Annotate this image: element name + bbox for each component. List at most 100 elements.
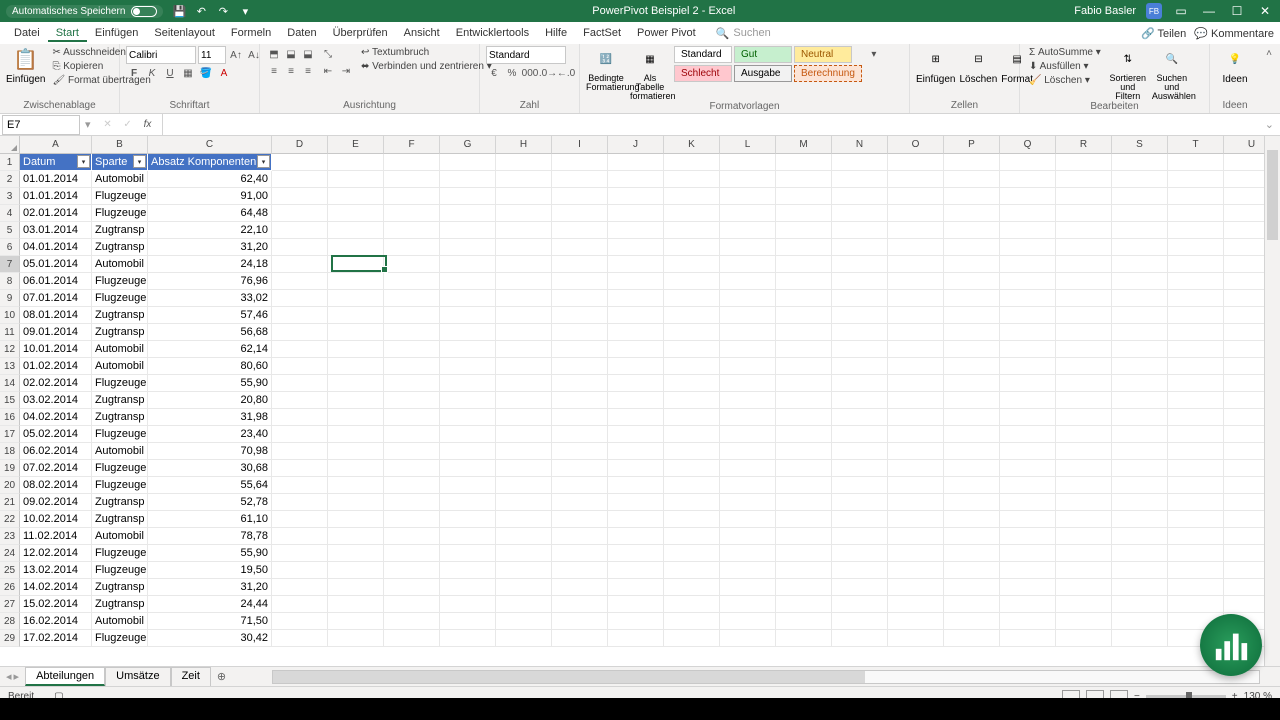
cell[interactable] <box>328 375 384 392</box>
cell[interactable] <box>496 613 552 630</box>
row-header[interactable]: 7 <box>0 256 20 273</box>
cell[interactable] <box>944 528 1000 545</box>
cell[interactable]: 01.02.2014 <box>20 358 92 375</box>
cell[interactable] <box>944 613 1000 630</box>
cell[interactable] <box>552 511 608 528</box>
cell[interactable]: Flugzeuge <box>92 273 148 290</box>
cell[interactable] <box>1112 324 1168 341</box>
cell[interactable] <box>720 409 776 426</box>
cell[interactable] <box>552 222 608 239</box>
cell[interactable] <box>1056 562 1112 579</box>
cell[interactable] <box>440 528 496 545</box>
cell[interactable] <box>272 494 328 511</box>
orientation-icon[interactable]: ⤡ <box>320 46 336 62</box>
cell[interactable]: 55,90 <box>148 545 272 562</box>
cell[interactable] <box>944 579 1000 596</box>
cell[interactable] <box>384 188 440 205</box>
cell[interactable]: Absatz Komponenten▾ <box>148 154 272 171</box>
cell[interactable] <box>664 307 720 324</box>
row-header[interactable]: 15 <box>0 392 20 409</box>
cell[interactable] <box>272 596 328 613</box>
cell[interactable]: Zugtransp <box>92 392 148 409</box>
cell[interactable] <box>888 409 944 426</box>
cell[interactable] <box>888 324 944 341</box>
minimize-icon[interactable]: — <box>1200 2 1218 20</box>
cell[interactable] <box>1000 239 1056 256</box>
cell[interactable] <box>328 273 384 290</box>
col-header-N[interactable]: N <box>832 136 888 154</box>
align-right-icon[interactable]: ≡ <box>300 63 316 79</box>
cell[interactable] <box>1000 358 1056 375</box>
cell[interactable] <box>832 545 888 562</box>
col-header-H[interactable]: H <box>496 136 552 154</box>
col-header-O[interactable]: O <box>888 136 944 154</box>
font-color-icon[interactable]: A <box>216 65 232 81</box>
cell[interactable] <box>496 392 552 409</box>
cell[interactable] <box>496 528 552 545</box>
cell[interactable] <box>384 239 440 256</box>
cell[interactable] <box>608 171 664 188</box>
menu-daten[interactable]: Daten <box>279 24 324 42</box>
cell[interactable] <box>384 154 440 171</box>
cell[interactable] <box>384 426 440 443</box>
cell[interactable] <box>384 341 440 358</box>
cell[interactable] <box>1056 324 1112 341</box>
cell[interactable] <box>272 528 328 545</box>
cell[interactable] <box>384 596 440 613</box>
cell[interactable] <box>944 494 1000 511</box>
cell[interactable] <box>552 596 608 613</box>
cell[interactable] <box>384 545 440 562</box>
cell[interactable] <box>272 256 328 273</box>
cell[interactable] <box>552 188 608 205</box>
cell[interactable] <box>440 494 496 511</box>
style-schlecht[interactable]: Schlecht <box>674 65 732 82</box>
cell[interactable] <box>888 239 944 256</box>
cell[interactable] <box>720 511 776 528</box>
cell[interactable] <box>1112 528 1168 545</box>
cell[interactable] <box>552 358 608 375</box>
cell[interactable] <box>1168 443 1224 460</box>
cell[interactable]: Automobil <box>92 256 148 273</box>
cell[interactable] <box>552 443 608 460</box>
col-header-M[interactable]: M <box>776 136 832 154</box>
cell[interactable] <box>496 273 552 290</box>
cell[interactable] <box>664 562 720 579</box>
row-header[interactable]: 6 <box>0 239 20 256</box>
cell[interactable] <box>1000 392 1056 409</box>
cell[interactable] <box>552 392 608 409</box>
cell[interactable] <box>1056 579 1112 596</box>
cell[interactable] <box>1168 596 1224 613</box>
collapse-ribbon-icon[interactable]: ˄ <box>1266 48 1272 59</box>
cell[interactable] <box>944 171 1000 188</box>
cell[interactable] <box>272 273 328 290</box>
delete-cells-button[interactable]: ⊟Löschen <box>959 46 997 85</box>
cell[interactable] <box>832 409 888 426</box>
cell[interactable] <box>720 358 776 375</box>
cell[interactable]: Flugzeuge <box>92 188 148 205</box>
cell[interactable] <box>552 171 608 188</box>
align-top-icon[interactable]: ⬒ <box>266 46 282 62</box>
cell[interactable] <box>1056 256 1112 273</box>
cell[interactable]: Automobil <box>92 613 148 630</box>
cell[interactable] <box>720 324 776 341</box>
cell[interactable] <box>776 205 832 222</box>
cell[interactable] <box>328 358 384 375</box>
cell[interactable] <box>440 630 496 647</box>
cell[interactable] <box>720 545 776 562</box>
cell[interactable]: Zugtransp <box>92 579 148 596</box>
cell[interactable] <box>944 256 1000 273</box>
cell[interactable] <box>328 545 384 562</box>
maximize-icon[interactable]: ☐ <box>1228 2 1246 20</box>
cell[interactable]: 14.02.2014 <box>20 579 92 596</box>
row-header[interactable]: 23 <box>0 528 20 545</box>
cell[interactable] <box>272 579 328 596</box>
cell[interactable] <box>440 171 496 188</box>
cell[interactable] <box>552 256 608 273</box>
cell[interactable] <box>1112 443 1168 460</box>
cancel-formula-icon[interactable]: ✕ <box>100 117 116 133</box>
cell[interactable] <box>888 630 944 647</box>
cell[interactable] <box>664 273 720 290</box>
ideas-button[interactable]: 💡Ideen <box>1216 46 1254 85</box>
cell[interactable] <box>384 205 440 222</box>
cell[interactable] <box>384 375 440 392</box>
